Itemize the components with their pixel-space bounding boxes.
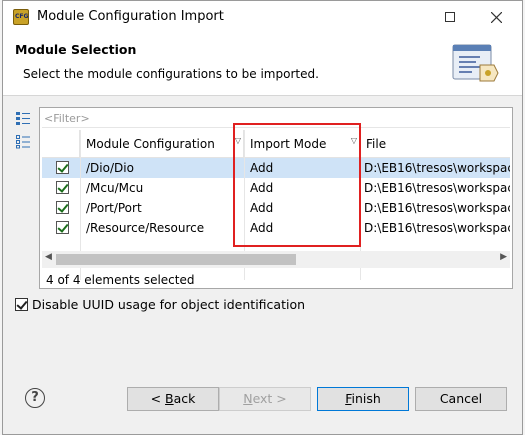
app-logo-icon: CFG — [13, 9, 29, 25]
scrollbar-thumb[interactable] — [56, 254, 296, 265]
column-header-check[interactable] — [42, 130, 80, 158]
close-icon — [490, 11, 502, 23]
cancel-button[interactable]: Cancel — [415, 387, 507, 411]
highlight-box — [233, 123, 361, 247]
wizard-header: Module Selection Select the module confi… — [3, 33, 522, 96]
page-title: Module Selection — [15, 42, 137, 57]
maximize-icon — [445, 12, 455, 22]
module-cell: /Resource/Resource — [86, 221, 205, 235]
page-description: Select the module configurations to be i… — [23, 67, 319, 81]
next-button[interactable]: Next > — [219, 387, 311, 411]
window-title: Module Configuration Import — [37, 9, 224, 24]
column-header-module-configuration[interactable]: Module Configuration ▽ — [80, 130, 244, 158]
scroll-right-icon[interactable]: ▶ — [500, 252, 507, 262]
file-cell: D:\EB16\tresos\workspac — [364, 181, 510, 195]
disable-uuid-label[interactable]: Disable UUID usage for object identifica… — [32, 297, 305, 312]
horizontal-scrollbar[interactable]: ◀ ▶ — [42, 251, 510, 268]
maximize-button[interactable] — [427, 1, 473, 33]
close-button[interactable] — [473, 1, 519, 33]
file-cell: D:\EB16\tresos\workspac — [364, 161, 510, 175]
title-bar: CFG Module Configuration Import — [3, 1, 522, 33]
row-checkbox[interactable] — [56, 221, 69, 234]
help-button[interactable]: ? — [25, 388, 45, 408]
module-cell: /Mcu/Mcu — [86, 181, 144, 195]
file-cell: D:\EB16\tresos\workspac — [364, 221, 510, 235]
module-cell: /Port/Port — [86, 201, 142, 215]
selection-status: 4 of 4 elements selected — [46, 273, 195, 287]
row-checkbox[interactable] — [56, 181, 69, 194]
disable-uuid-checkbox[interactable] — [15, 298, 28, 311]
deselect-all-icon[interactable] — [15, 133, 31, 149]
back-button[interactable]: < Back — [127, 387, 219, 411]
select-all-icon[interactable] — [15, 110, 31, 126]
module-cell: /Dio/Dio — [86, 161, 134, 175]
finish-button[interactable]: Finish — [317, 387, 409, 411]
row-checkbox[interactable] — [56, 161, 69, 174]
column-header-file[interactable]: File — [360, 130, 510, 158]
scroll-left-icon[interactable]: ◀ — [45, 252, 52, 262]
wizard-banner-icon — [452, 44, 499, 82]
module-configuration-import-dialog: CFG Module Configuration Import Module S… — [2, 0, 523, 435]
row-checkbox[interactable] — [56, 201, 69, 214]
button-bar: ? < Back Next > Finish Cancel — [3, 373, 522, 425]
file-cell: D:\EB16\tresos\workspac — [364, 201, 510, 215]
